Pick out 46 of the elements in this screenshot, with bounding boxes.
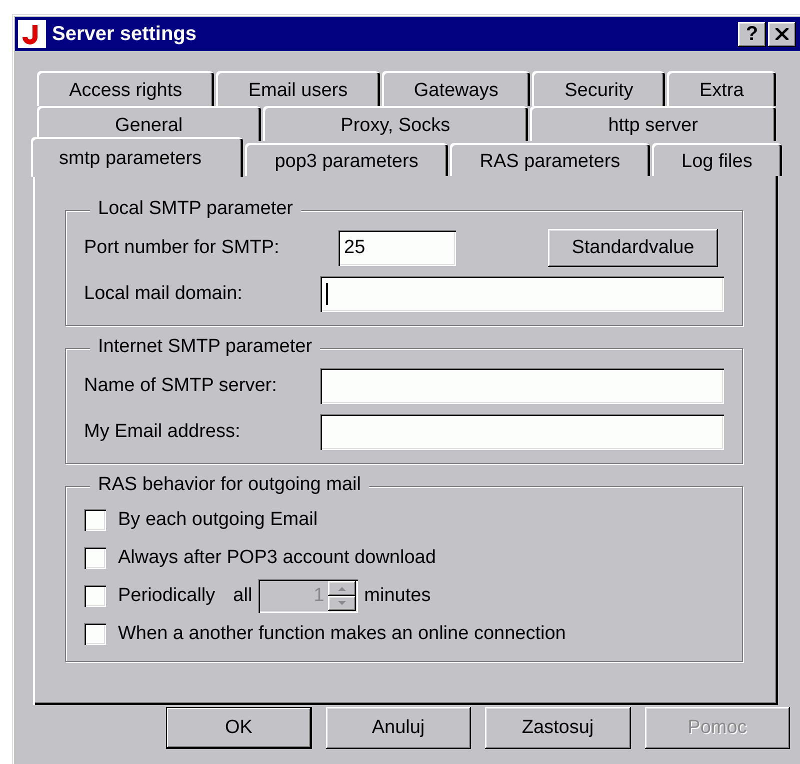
checkbox[interactable] bbox=[84, 509, 106, 531]
group-title: Internet SMTP parameter bbox=[90, 336, 320, 358]
group-title: RAS behavior for outgoing mail bbox=[90, 474, 369, 496]
tab[interactable]: Log files bbox=[652, 143, 782, 176]
field-label: My Email address: bbox=[84, 421, 242, 443]
input-field[interactable] bbox=[320, 276, 724, 312]
dialog-button[interactable]: OK bbox=[166, 707, 312, 749]
tab[interactable]: smtp parameters bbox=[31, 137, 243, 177]
close-icon bbox=[775, 28, 789, 40]
field-label: Name of SMTP server: bbox=[84, 375, 278, 397]
tab[interactable]: Proxy, Socks bbox=[262, 106, 528, 141]
checkbox-label: Always after POP3 account download bbox=[118, 547, 436, 569]
dialog-button[interactable]: Anuluj bbox=[326, 707, 471, 749]
checkbox[interactable] bbox=[84, 547, 106, 569]
down-arrow-icon bbox=[338, 601, 346, 606]
window-title: Server settings bbox=[52, 22, 198, 46]
spin-up-button[interactable] bbox=[328, 581, 356, 596]
tab[interactable]: pop3 parameters bbox=[245, 143, 448, 176]
tab[interactable]: Email users bbox=[216, 71, 380, 106]
dialog-button[interactable]: Zastosuj bbox=[485, 707, 630, 749]
tab[interactable]: Extra bbox=[667, 71, 776, 106]
field-label: Local mail domain: bbox=[84, 283, 244, 305]
checkbox-label: When a another function makes an online connection bbox=[118, 623, 566, 645]
checkbox-label: By each outgoing Email bbox=[118, 509, 318, 531]
tab[interactable]: http server bbox=[530, 106, 776, 141]
tab[interactable]: Access rights bbox=[37, 71, 214, 106]
text-caret bbox=[326, 283, 328, 305]
interval-label: all bbox=[233, 585, 252, 607]
checkbox[interactable] bbox=[84, 623, 106, 645]
standard-value-button[interactable]: Standardvalue bbox=[548, 229, 718, 267]
checkbox-label: Periodically bbox=[118, 585, 216, 607]
interval-unit: minutes bbox=[364, 585, 431, 607]
checkbox[interactable] bbox=[84, 585, 106, 607]
spin-down-button[interactable] bbox=[328, 596, 356, 611]
help-button[interactable]: ? bbox=[738, 22, 766, 46]
up-arrow-icon bbox=[338, 586, 346, 591]
input-field[interactable] bbox=[320, 368, 724, 404]
tab[interactable]: Gateways bbox=[382, 71, 530, 106]
tab[interactable]: General bbox=[37, 106, 261, 141]
tab[interactable]: Security bbox=[532, 71, 666, 106]
field-label: Port number for SMTP: bbox=[84, 237, 280, 259]
input-field[interactable] bbox=[320, 414, 724, 450]
tab[interactable]: RAS parameters bbox=[450, 143, 650, 176]
input-field[interactable]: 25 bbox=[338, 230, 456, 266]
group-title: Local SMTP parameter bbox=[90, 198, 302, 220]
close-button[interactable] bbox=[768, 22, 796, 46]
